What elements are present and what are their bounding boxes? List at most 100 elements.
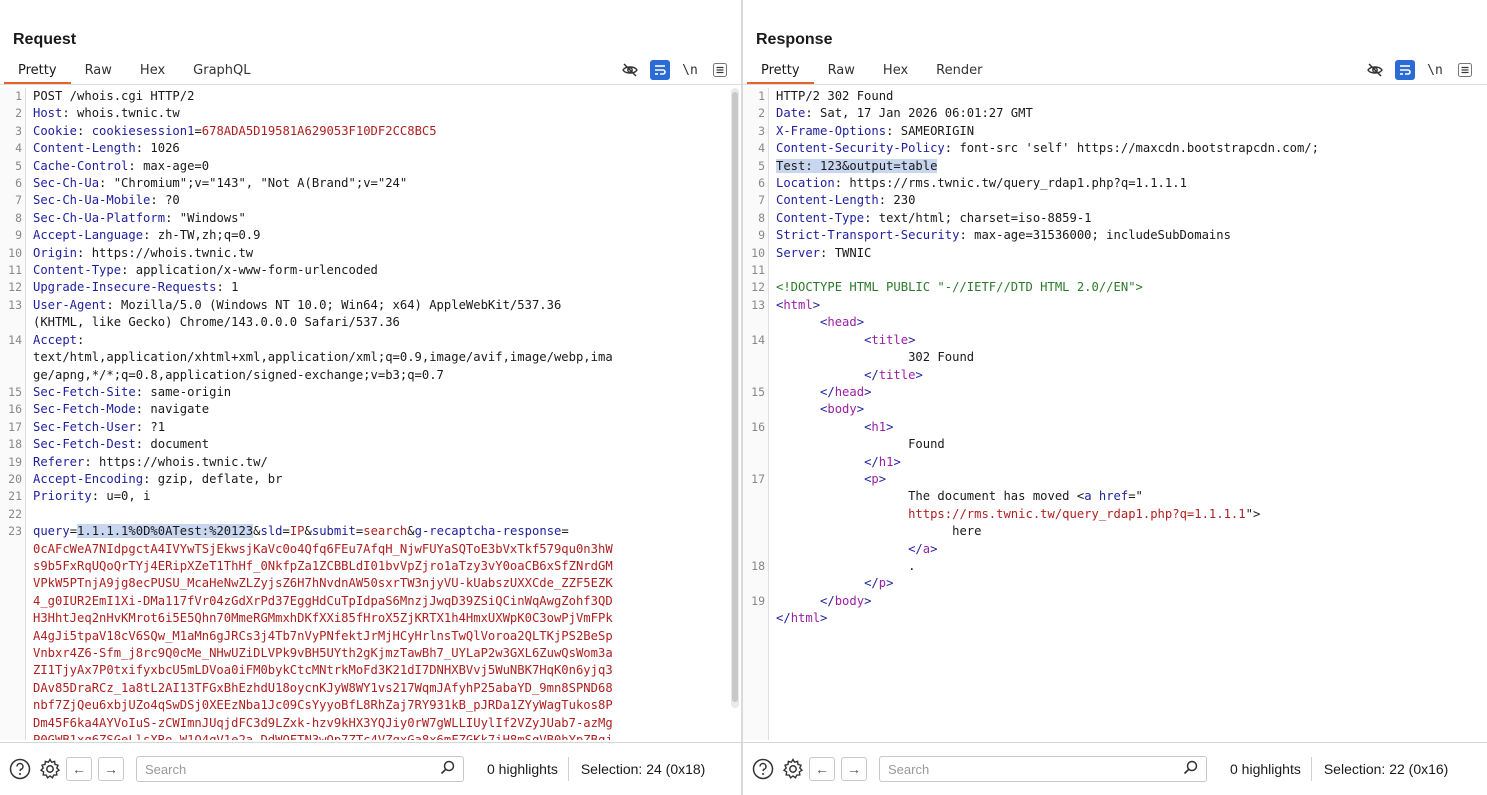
- request-code-line[interactable]: 10 Origin: https://whois.twnic.tw: [0, 245, 742, 262]
- search-icon[interactable]: [1183, 760, 1198, 779]
- request-scrollbar[interactable]: [731, 88, 739, 708]
- request-code-line[interactable]: Vnbxr4Z6-Sfm_j8rc9Q0cMe_NHwUZiDLVPk9vBH5…: [0, 645, 742, 662]
- response-code-line[interactable]: 16 <h1>: [743, 419, 1487, 436]
- response-code-line[interactable]: 5 Test: 123&output=table: [743, 158, 1487, 175]
- response-code-line[interactable]: </html>: [743, 610, 1487, 627]
- response-code-line[interactable]: 7 Content-Length: 230: [743, 192, 1487, 209]
- response-code-line[interactable]: 18 .: [743, 558, 1487, 575]
- request-code-line[interactable]: 20 Accept-Encoding: gzip, deflate, br: [0, 471, 742, 488]
- response-code-line[interactable]: 10 Server: TWNIC: [743, 245, 1487, 262]
- response-code-line[interactable]: 14 <title>: [743, 332, 1487, 349]
- request-code-line[interactable]: nbf7ZjQeu6xbjUZo4qSwDSj0XEEzNba1Jc09CsYy…: [0, 697, 742, 714]
- response-tab-hex[interactable]: Hex: [869, 59, 922, 84]
- request-tab-hex[interactable]: Hex: [126, 59, 179, 84]
- response-code-line[interactable]: Found: [743, 436, 1487, 453]
- arrow-left-icon[interactable]: ←: [66, 757, 92, 781]
- response-code-line[interactable]: 9 Strict-Transport-Security: max-age=3153…: [743, 227, 1487, 244]
- response-search-box[interactable]: [879, 756, 1207, 782]
- request-search-input[interactable]: [145, 761, 440, 777]
- request-code-line[interactable]: (KHTML, like Gecko) Chrome/143.0.0.0 Saf…: [0, 314, 742, 331]
- response-code-line[interactable]: 13 <html>: [743, 297, 1487, 314]
- response-code-line[interactable]: <body>: [743, 401, 1487, 418]
- response-code-line[interactable]: <head>: [743, 314, 1487, 331]
- response-code-line[interactable]: </title>: [743, 367, 1487, 384]
- gear-icon[interactable]: [36, 755, 64, 783]
- response-search-input[interactable]: [888, 761, 1183, 777]
- menu-icon[interactable]: [710, 60, 730, 80]
- request-code-line[interactable]: 7 Sec-Ch-Ua-Mobile: ?0: [0, 192, 742, 209]
- request-code-line[interactable]: H3HhtJeq2nHvKMrot6i5E5Qhn70MmeRGMmxhDKfX…: [0, 610, 742, 627]
- request-editor[interactable]: 1 POST /whois.cgi HTTP/2 2 Host: whois.twni…: [0, 88, 742, 740]
- request-code-line[interactable]: 17 Sec-Fetch-User: ?1: [0, 419, 742, 436]
- request-code-line[interactable]: 23 query=1.1.1.1%0D%0ATest:%20123&sld=IP&…: [0, 523, 742, 540]
- response-code-line[interactable]: [743, 628, 1487, 645]
- response-tab-pretty[interactable]: Pretty: [747, 59, 814, 84]
- request-code-line[interactable]: 4_g0IUR2EmI1Xi-DMa117fVr04zGdXrPd37EggHd…: [0, 593, 742, 610]
- response-code-line[interactable]: 17 <p>: [743, 471, 1487, 488]
- request-code-line[interactable]: 5 Cache-Control: max-age=0: [0, 158, 742, 175]
- text-wrap-icon[interactable]: [650, 60, 670, 80]
- response-code-line[interactable]: 302 Found: [743, 349, 1487, 366]
- menu-icon[interactable]: [1455, 60, 1475, 80]
- request-code-line[interactable]: text/html,application/xhtml+xml,applicat…: [0, 349, 742, 366]
- response-code-line[interactable]: https://rms.twnic.tw/query_rdap1.php?q=1…: [743, 506, 1487, 523]
- request-code-line[interactable]: A4gJi5tpaV18cV6SQw_M1aMn6gJRCs3j4Tb7nVyP…: [0, 628, 742, 645]
- request-code-line[interactable]: 13 User-Agent: Mozilla/5.0 (Windows NT 10…: [0, 297, 742, 314]
- gear-icon[interactable]: [779, 755, 807, 783]
- response-editor[interactable]: 1 HTTP/2 302 Found 2 Date: Sat, 17 Jan 2026…: [743, 88, 1487, 740]
- response-code-line[interactable]: 12 <!DOCTYPE HTML PUBLIC "-//IETF//DTD HT…: [743, 279, 1487, 296]
- response-code-line[interactable]: </h1>: [743, 454, 1487, 471]
- eye-slash-icon[interactable]: [1365, 60, 1385, 80]
- request-code-line[interactable]: s9b5FxRqUQoQrTYj4ERipXZeT1ThHf_0NkfpZa1Z…: [0, 558, 742, 575]
- request-code-line[interactable]: 21 Priority: u=0, i: [0, 488, 742, 505]
- request-code-line[interactable]: 15 Sec-Fetch-Site: same-origin: [0, 384, 742, 401]
- search-icon[interactable]: [440, 760, 455, 779]
- response-code-line[interactable]: here: [743, 523, 1487, 540]
- request-code-line[interactable]: 12 Upgrade-Insecure-Requests: 1: [0, 279, 742, 296]
- request-code-line[interactable]: 3 Cookie: cookiesession1=678ADA5D19581A62…: [0, 123, 742, 140]
- request-code-line[interactable]: 8 Sec-Ch-Ua-Platform: "Windows": [0, 210, 742, 227]
- response-code-line[interactable]: 1 HTTP/2 302 Found: [743, 88, 1487, 105]
- request-code-line[interactable]: 0cAFcWeA7NIdpgctA4IVYwTSjEkwsjKaVc0o4Qfq…: [0, 541, 742, 558]
- newline-icon[interactable]: \n: [1425, 60, 1445, 80]
- request-code-line[interactable]: 19 Referer: https://whois.twnic.tw/: [0, 454, 742, 471]
- help-icon[interactable]: [6, 755, 34, 783]
- eye-slash-icon[interactable]: [620, 60, 640, 80]
- request-search-box[interactable]: [136, 756, 464, 782]
- request-code-line[interactable]: DAv85DraRCz_1a8tL2AI13TFGxBhEzhdU18oycnK…: [0, 680, 742, 697]
- response-tab-raw[interactable]: Raw: [814, 59, 869, 84]
- response-code-line[interactable]: 6 Location: https://rms.twnic.tw/query_rd…: [743, 175, 1487, 192]
- request-code-line[interactable]: 18 Sec-Fetch-Dest: document: [0, 436, 742, 453]
- response-code-line[interactable]: </p>: [743, 575, 1487, 592]
- response-code-line[interactable]: The document has moved <a href=": [743, 488, 1487, 505]
- request-code-line[interactable]: VPkW5PTnjA9jg8ecPUSU_McaHeNwZLZyjsZ6H7hN…: [0, 575, 742, 592]
- arrow-right-icon[interactable]: →: [841, 757, 867, 781]
- request-code-line[interactable]: 14 Accept:: [0, 332, 742, 349]
- request-code-line[interactable]: ge/apng,*/*;q=0.8,application/signed-exc…: [0, 367, 742, 384]
- response-code-line[interactable]: 19 </body>: [743, 593, 1487, 610]
- response-code-line[interactable]: </a>: [743, 541, 1487, 558]
- request-code-line[interactable]: 16 Sec-Fetch-Mode: navigate: [0, 401, 742, 418]
- response-code-line[interactable]: 8 Content-Type: text/html; charset=iso-88…: [743, 210, 1487, 227]
- newline-icon[interactable]: \n: [680, 60, 700, 80]
- arrow-right-icon[interactable]: →: [98, 757, 124, 781]
- request-code-line[interactable]: 2 Host: whois.twnic.tw: [0, 105, 742, 122]
- request-code-line[interactable]: 11 Content-Type: application/x-www-form-u…: [0, 262, 742, 279]
- request-code-line[interactable]: P0GWB1xq6ZSGeLlsXRo-W1Q4qV1e2a_DdWOFTN3w…: [0, 732, 742, 740]
- request-code-line[interactable]: 4 Content-Length: 1026: [0, 140, 742, 157]
- request-code-line[interactable]: ZI1TjyAx7P0txifyxbcU5mLDVoa0iFM0bykCtcMN…: [0, 662, 742, 679]
- response-code-line[interactable]: 4 Content-Security-Policy: font-src 'self…: [743, 140, 1487, 157]
- request-code-line[interactable]: 9 Accept-Language: zh-TW,zh;q=0.9: [0, 227, 742, 244]
- help-icon[interactable]: [749, 755, 777, 783]
- response-code-line[interactable]: 11: [743, 262, 1487, 279]
- request-tab-raw[interactable]: Raw: [71, 59, 126, 84]
- response-tab-render[interactable]: Render: [922, 59, 996, 84]
- response-code-line[interactable]: 15 </head>: [743, 384, 1487, 401]
- request-code-line[interactable]: 1 POST /whois.cgi HTTP/2: [0, 88, 742, 105]
- request-code-line[interactable]: Dm45F6ka4AYVoIuS-zCWImnJUqjdFC3d9LZxk-hz…: [0, 715, 742, 732]
- request-code-line[interactable]: 22: [0, 506, 742, 523]
- request-tab-graphql[interactable]: GraphQL: [179, 59, 264, 84]
- arrow-left-icon[interactable]: ←: [809, 757, 835, 781]
- text-wrap-icon[interactable]: [1395, 60, 1415, 80]
- request-tab-pretty[interactable]: Pretty: [4, 59, 71, 84]
